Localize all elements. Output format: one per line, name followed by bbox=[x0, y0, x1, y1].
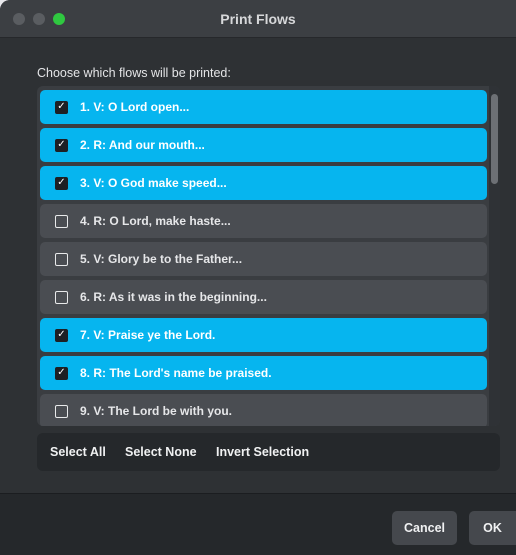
flow-row[interactable]: ✓ 3. V: O God make speed... bbox=[40, 166, 487, 200]
flow-checkbox[interactable]: ✓ bbox=[55, 214, 68, 228]
flow-row[interactable]: ✓ 2. R: And our mouth... bbox=[40, 128, 487, 162]
flow-row[interactable]: ✓ 6. R: As it was in the beginning... bbox=[40, 280, 487, 314]
flow-row[interactable]: ✓ 1. V: O Lord open... bbox=[40, 90, 487, 124]
flow-checkbox[interactable]: ✓ bbox=[55, 328, 68, 342]
select-all-button[interactable]: Select All bbox=[50, 445, 106, 459]
flow-checkbox[interactable]: ✓ bbox=[55, 100, 68, 114]
flow-label: 5. V: Glory be to the Father... bbox=[80, 252, 243, 266]
flow-label: 3. V: O God make speed... bbox=[80, 176, 227, 190]
invert-selection-button[interactable]: Invert Selection bbox=[216, 445, 309, 459]
flow-label: 8. R: The Lord's name be praised. bbox=[80, 366, 272, 380]
flows-list-panel: ✓ 1. V: O Lord open... ✓ 2. R: And our m… bbox=[37, 86, 500, 426]
flow-row[interactable]: ✓ 5. V: Glory be to the Father... bbox=[40, 242, 487, 276]
flow-checkbox[interactable]: ✓ bbox=[55, 138, 68, 152]
flow-checkbox[interactable]: ✓ bbox=[55, 176, 68, 190]
dialog-footer: Cancel OK bbox=[0, 493, 516, 555]
flow-checkbox[interactable]: ✓ bbox=[55, 252, 68, 266]
flow-row[interactable]: ✓ 8. R: The Lord's name be praised. bbox=[40, 356, 487, 390]
flow-label: 2. R: And our mouth... bbox=[80, 138, 205, 152]
checkmark-icon: ✓ bbox=[57, 177, 66, 188]
checkmark-icon: ✓ bbox=[57, 101, 66, 112]
ok-button[interactable]: OK bbox=[469, 511, 516, 545]
title-bar: Print Flows bbox=[0, 0, 516, 38]
flow-checkbox[interactable]: ✓ bbox=[55, 366, 68, 380]
checkmark-icon: ✓ bbox=[57, 139, 66, 150]
flow-row[interactable]: ✓ 9. V: The Lord be with you. bbox=[40, 394, 487, 426]
scrollbar-thumb[interactable] bbox=[491, 94, 498, 184]
flow-label: 1. V: O Lord open... bbox=[80, 100, 190, 114]
flow-label: 6. R: As it was in the beginning... bbox=[80, 290, 267, 304]
window-title: Print Flows bbox=[220, 11, 296, 27]
checkmark-icon: ✓ bbox=[57, 367, 66, 378]
cancel-button[interactable]: Cancel bbox=[392, 511, 457, 545]
flow-checkbox[interactable]: ✓ bbox=[55, 404, 68, 418]
prompt-label: Choose which flows will be printed: bbox=[37, 66, 231, 80]
flow-row[interactable]: ✓ 7. V: Praise ye the Lord. bbox=[40, 318, 487, 352]
flow-label: 4. R: O Lord, make haste... bbox=[80, 214, 231, 228]
flow-label: 7. V: Praise ye the Lord. bbox=[80, 328, 216, 342]
checkmark-icon: ✓ bbox=[57, 329, 66, 340]
print-flows-dialog: Print Flows Choose which flows will be p… bbox=[0, 0, 516, 555]
flow-checkbox[interactable]: ✓ bbox=[55, 290, 68, 304]
flow-label: 9. V: The Lord be with you. bbox=[80, 404, 233, 418]
selection-bar: Select All Select None Invert Selection bbox=[37, 433, 500, 471]
select-none-button[interactable]: Select None bbox=[125, 445, 197, 459]
flow-row[interactable]: ✓ 4. R: O Lord, make haste... bbox=[40, 204, 487, 238]
list-scrollbar[interactable] bbox=[489, 86, 500, 426]
